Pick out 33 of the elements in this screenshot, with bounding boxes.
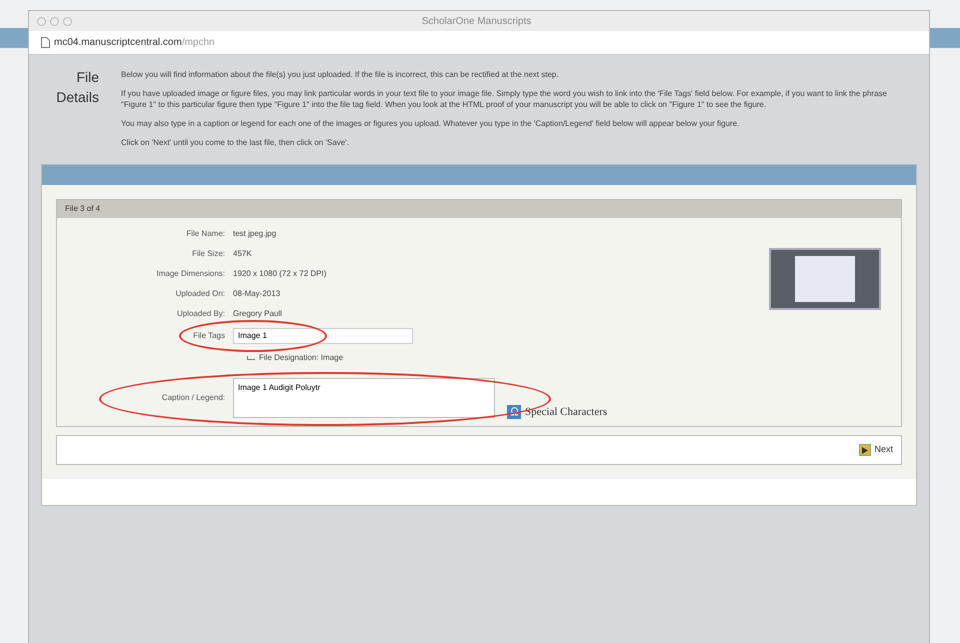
omega-icon[interactable]: [507, 404, 521, 419]
side-strip: [930, 28, 960, 48]
page-icon: [41, 37, 50, 48]
detail-label: Uploaded By:: [176, 308, 226, 320]
next-button[interactable]: Next: [859, 443, 893, 457]
instruction-text: If you have uploaded image or figure files, you may link particular words in your text file to your image file. Simply type the word you wish to link into the 'File Tags' field below. For example, if you want to link the phrase "Figure 1" to this particular figure then type "Figure 1" into the file tag field. When you look at the HTML proof of your manuscript you will be able to click on "Figure 1" to see the figure.: [121, 88, 888, 110]
detail-value: 457K: [233, 248, 252, 260]
detail-label: File Size:: [191, 248, 226, 260]
file-designation: File Designation: Image: [259, 352, 344, 364]
instruction-text: You may also type in a caption or legend for each one of the images or figures you upload. Whatever you type in the 'Caption/Legend' field below will appear below your figure.: [121, 118, 740, 129]
instruction-text: Below you will find information about the file(s) you just uploaded. If the file is incorrect, this can be rectified at the next step.: [121, 69, 560, 80]
window-title: ScholarOne Manuscripts: [422, 14, 532, 28]
detail-value: 1920 x 1080 (72 x 72 DPI): [233, 268, 326, 280]
detail-label: File Name:: [185, 228, 226, 240]
detail-value: test jpeg.jpg: [233, 228, 276, 240]
caption-label: Caption / Legend:: [160, 392, 226, 404]
side-strip: [0, 28, 30, 48]
next-arrow-icon: [859, 444, 872, 456]
url-host: mc04.manuscriptcentral.com: [54, 36, 182, 50]
detail-value: 08-May-2013: [233, 288, 280, 300]
caption-field[interactable]: Image 1 Audigit Poluytr: [233, 378, 495, 418]
address-bar[interactable]: mc04.manuscriptcentral.com/mpchn: [29, 31, 929, 55]
detail-label: Uploaded On:: [174, 288, 226, 300]
detail-value: Gregory Paull: [233, 308, 282, 320]
file-tags-label: File Tags: [192, 330, 226, 342]
special-characters-link[interactable]: Special Characters: [525, 404, 608, 420]
url-path: /mpchn: [182, 36, 215, 50]
detail-label: Image Dimensions:: [156, 268, 226, 280]
instruction-text: Click on 'Next' until you come to the last file, then click on 'Save'.: [121, 137, 350, 148]
arrow-icon: [247, 356, 255, 360]
section-title: File Details: [55, 68, 99, 107]
file-count-header: File 3 of 4: [57, 200, 901, 218]
file-tags-field[interactable]: Image 1: [233, 328, 413, 344]
